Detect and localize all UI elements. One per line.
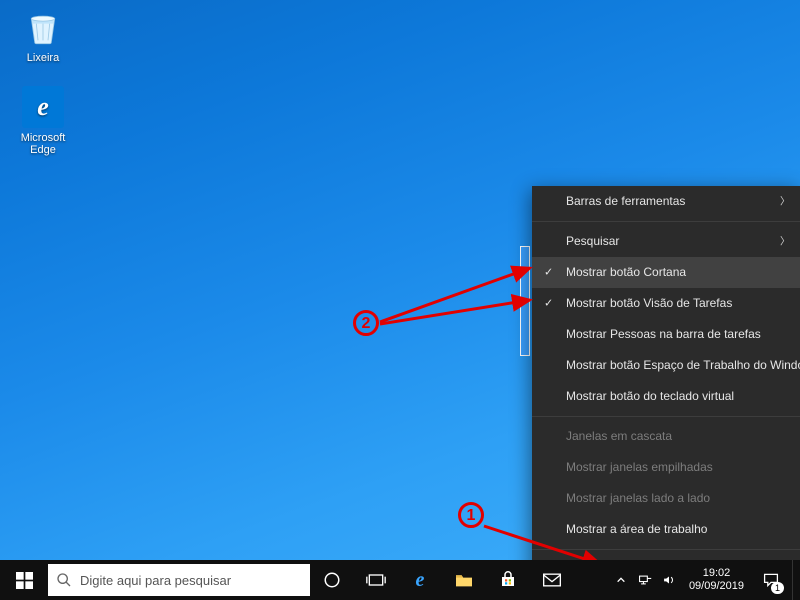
menu-item-label: Mostrar Pessoas na barra de tarefas	[566, 327, 761, 341]
menu-item-show-ink[interactable]: Mostrar botão Espaço de Trabalho do Wind…	[532, 350, 800, 381]
search-icon	[56, 572, 72, 588]
cortana-icon	[323, 571, 341, 589]
menu-item-cascade: Janelas em cascata	[532, 421, 800, 452]
annotation-number: 1	[467, 507, 476, 524]
notification-badge: 1	[771, 582, 784, 594]
menu-item-label: Mostrar a área de trabalho	[566, 522, 707, 536]
tray-chevron-up[interactable]	[611, 560, 631, 600]
mail-icon	[542, 572, 562, 588]
menu-item-show-taskview[interactable]: ✓ Mostrar botão Visão de Tarefas	[532, 288, 800, 319]
menu-item-stacked: Mostrar janelas empilhadas	[532, 452, 800, 483]
taskbar-app-store[interactable]	[486, 560, 530, 600]
search-box[interactable]: Digite aqui para pesquisar	[48, 564, 310, 596]
desktop-icon-label: Microsoft Edge	[8, 132, 78, 156]
network-icon	[638, 574, 652, 586]
menu-item-label: Barras de ferramentas	[566, 194, 685, 208]
taskbar-context-menu: Barras de ferramentas 〉 Pesquisar 〉 ✓ Mo…	[532, 186, 800, 600]
menu-item-show-desktop[interactable]: Mostrar a área de trabalho	[532, 514, 800, 545]
menu-item-search[interactable]: Pesquisar 〉	[532, 226, 800, 257]
tray-time: 19:02	[689, 567, 744, 580]
menu-item-label: Mostrar botão Cortana	[566, 265, 686, 279]
annotation-circle-2: 2	[353, 310, 379, 336]
task-view-button[interactable]	[354, 560, 398, 600]
search-placeholder: Digite aqui para pesquisar	[80, 573, 231, 588]
recycle-bin-icon	[22, 6, 64, 48]
menu-item-show-cortana[interactable]: ✓ Mostrar botão Cortana	[532, 257, 800, 288]
menu-item-label: Janelas em cascata	[566, 429, 672, 443]
volume-icon	[662, 573, 676, 587]
tray-volume[interactable]	[659, 560, 679, 600]
menu-separator	[532, 416, 800, 417]
system-tray: 19:02 09/09/2019 1	[611, 560, 800, 600]
menu-item-show-people[interactable]: Mostrar Pessoas na barra de tarefas	[532, 319, 800, 350]
show-desktop-button[interactable]	[792, 560, 798, 600]
taskbar-app-edge[interactable]: e	[398, 560, 442, 600]
annotation-number: 2	[362, 315, 371, 332]
action-center-button[interactable]: 1	[754, 560, 788, 600]
windows-logo-icon	[16, 572, 33, 589]
tray-clock[interactable]: 19:02 09/09/2019	[683, 567, 750, 593]
edge-icon: e	[22, 86, 64, 128]
tray-date: 09/09/2019	[689, 580, 744, 593]
store-icon	[499, 571, 517, 589]
task-view-icon	[366, 572, 386, 588]
desktop-icon-label: Lixeira	[8, 52, 78, 64]
menu-item-label: Mostrar botão Espaço de Trabalho do Wind…	[566, 358, 800, 372]
check-icon: ✓	[544, 296, 553, 311]
folder-icon	[454, 572, 474, 588]
menu-item-label: Mostrar botão do teclado virtual	[566, 389, 734, 403]
menu-separator	[532, 549, 800, 550]
menu-item-show-touch-keyboard[interactable]: Mostrar botão do teclado virtual	[532, 381, 800, 412]
chevron-right-icon: 〉	[780, 194, 790, 209]
check-icon: ✓	[544, 265, 553, 280]
menu-separator	[532, 221, 800, 222]
menu-item-sidebyside: Mostrar janelas lado a lado	[532, 483, 800, 514]
menu-item-label: Mostrar janelas empilhadas	[566, 460, 713, 474]
desktop-icon-recycle-bin[interactable]: Lixeira	[8, 6, 78, 64]
chevron-right-icon: 〉	[780, 234, 790, 249]
selection-bar	[520, 246, 530, 356]
edge-icon: e	[416, 569, 425, 592]
taskbar-app-mail[interactable]	[530, 560, 574, 600]
chevron-up-icon	[616, 575, 626, 585]
menu-item-label: Mostrar janelas lado a lado	[566, 491, 710, 505]
taskbar: Digite aqui para pesquisar e	[0, 560, 800, 600]
menu-item-label: Mostrar botão Visão de Tarefas	[566, 296, 732, 310]
tray-network[interactable]	[635, 560, 655, 600]
taskbar-app-explorer[interactable]	[442, 560, 486, 600]
desktop[interactable]: Lixeira e Microsoft Edge Barras de ferra…	[0, 0, 800, 600]
start-button[interactable]	[0, 560, 48, 600]
menu-item-label: Pesquisar	[566, 234, 619, 248]
annotation-circle-1: 1	[458, 502, 484, 528]
menu-item-toolbars[interactable]: Barras de ferramentas 〉	[532, 186, 800, 217]
desktop-icon-edge[interactable]: e Microsoft Edge	[8, 86, 78, 156]
cortana-button[interactable]	[310, 560, 354, 600]
